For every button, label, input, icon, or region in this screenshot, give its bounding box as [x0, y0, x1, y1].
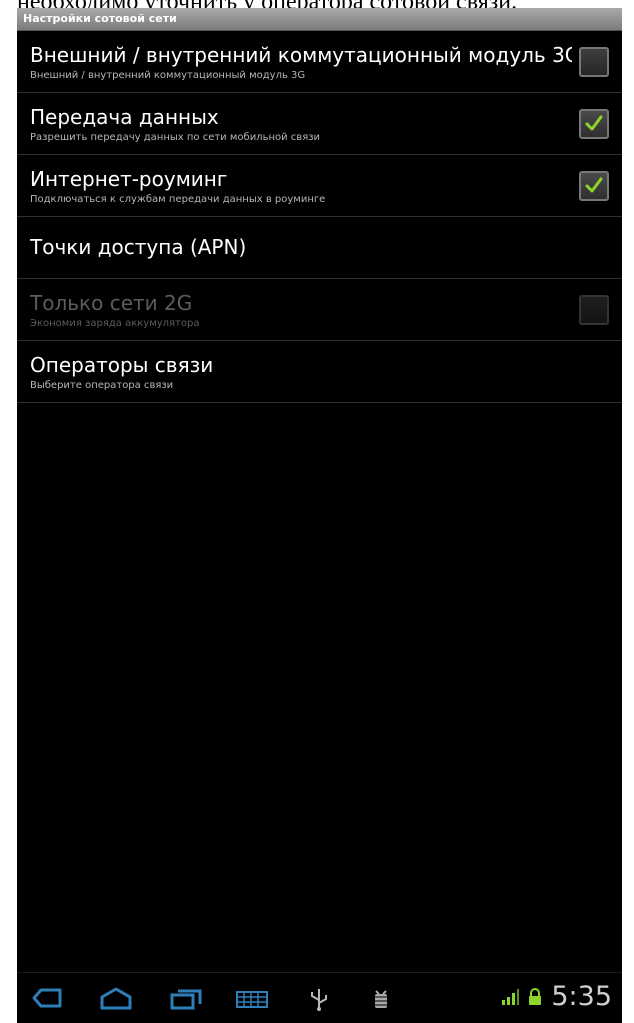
setting-network-operators[interactable]: Операторы связи Выберите оператора связи [17, 341, 622, 403]
recent-apps-icon[interactable] [169, 987, 202, 1011]
status-area: 5:35 [501, 981, 612, 1013]
setting-summary: Экономия заряда аккумулятора [30, 318, 200, 329]
setting-3g-module[interactable]: Внешний / внутренний коммутационный моду… [17, 31, 622, 93]
checkbox-data-transfer[interactable] [579, 108, 609, 139]
setting-summary: Внешний / внутренний коммутационный моду… [30, 70, 306, 81]
usb-icon [307, 987, 337, 1011]
setting-title: Внешний / внутренний коммутационный моду… [30, 43, 572, 67]
setting-data-transfer[interactable]: Передача данных Разрешить передачу данны… [17, 93, 622, 155]
clock: 5:35 [551, 981, 612, 1012]
checkmark-icon [585, 177, 603, 192]
keyboard-icon[interactable] [235, 987, 268, 1011]
setting-summary: Подключаться к службам передачи данных в… [30, 194, 326, 205]
setting-title: Операторы связи [30, 353, 214, 377]
home-icon[interactable] [99, 987, 132, 1011]
setting-title: Передача данных [30, 105, 219, 129]
setting-access-points[interactable]: Точки доступа (APN) [17, 217, 622, 279]
setting-summary: Выберите оператора связи [30, 380, 174, 391]
lock-icon [529, 988, 542, 1005]
debug-icon [369, 987, 399, 1011]
system-bar: 5:35 [17, 972, 622, 1023]
back-icon[interactable] [31, 987, 62, 1011]
setting-title: Интернет-роуминг [30, 167, 228, 191]
checkbox-data-roaming[interactable] [579, 170, 609, 201]
phone-screen: Настройки сотовой сети Внешний / внутрен… [17, 8, 622, 1023]
setting-2g-only: Только сети 2G Экономия заряда аккумулят… [17, 279, 622, 341]
settings-list: Внешний / внутренний коммутационный моду… [17, 31, 622, 403]
setting-title: Точки доступа (APN) [30, 235, 247, 259]
checkbox-3g-module[interactable] [579, 46, 609, 77]
setting-summary: Разрешить передачу данных по сети мобиль… [30, 132, 321, 143]
section-header: Настройки сотовой сети [17, 8, 622, 31]
checkmark-icon [585, 115, 603, 130]
setting-data-roaming[interactable]: Интернет-роуминг Подключаться к службам … [17, 155, 622, 217]
checkbox-2g-only [579, 294, 609, 325]
signal-icon [502, 989, 520, 1005]
page-caption: необходимо уточнить у оператора сотовой … [17, 0, 617, 8]
setting-title: Только сети 2G [30, 291, 193, 315]
